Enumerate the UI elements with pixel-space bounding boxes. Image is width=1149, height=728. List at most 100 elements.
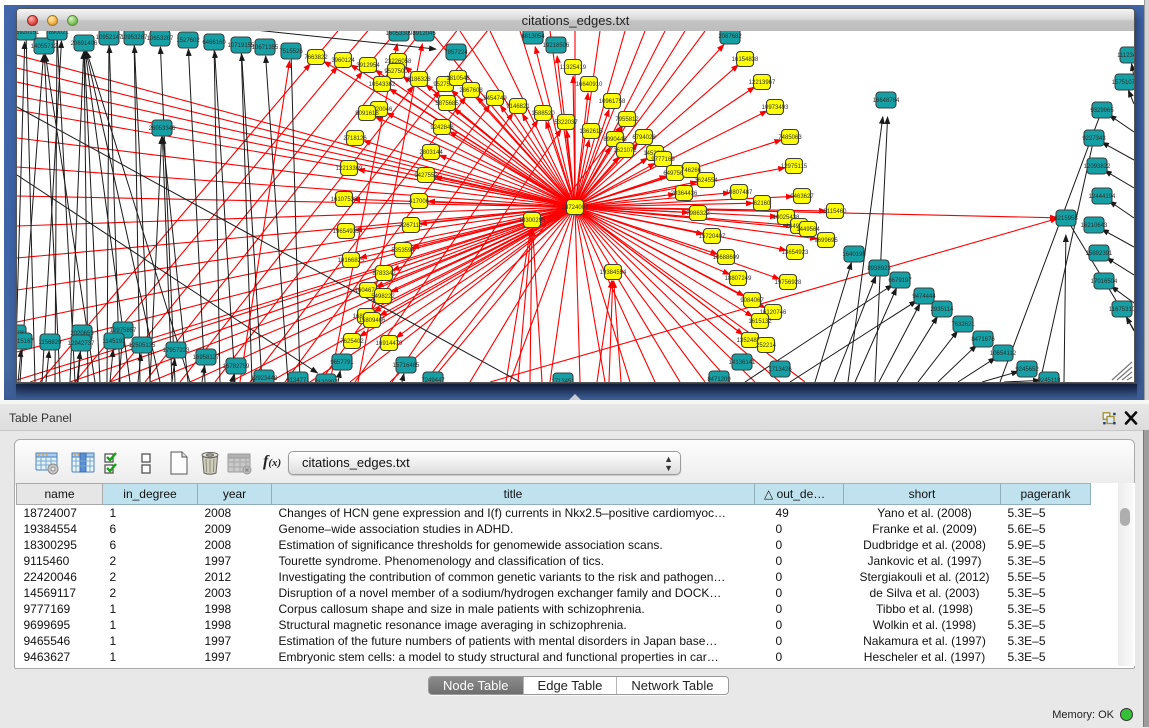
svg-text:18724007: 18724007: [562, 205, 589, 211]
svg-text:5353594: 5353594: [391, 248, 415, 254]
svg-text:8938923: 8938923: [867, 266, 891, 272]
svg-text:11325419: 11325419: [560, 65, 587, 71]
svg-text:16210643: 16210643: [1081, 223, 1108, 229]
svg-text:19166825: 19166825: [338, 258, 365, 264]
svg-text:12213369: 12213369: [336, 166, 363, 172]
svg-text:12975115: 12975115: [781, 164, 808, 170]
svg-text:1810546: 1810546: [446, 76, 470, 82]
svg-text:5322037: 5322037: [554, 120, 578, 126]
svg-text:19756928: 19756928: [775, 280, 802, 286]
svg-text:9242848: 9242848: [430, 125, 454, 131]
svg-text:8912045: 8912045: [412, 31, 436, 37]
svg-text:9474444: 9474444: [912, 294, 936, 300]
svg-text:2803144: 2803144: [419, 150, 443, 156]
svg-text:10671355: 10671355: [252, 45, 279, 51]
svg-text:7986322: 7986322: [686, 211, 710, 217]
svg-text:7857224: 7857224: [444, 50, 468, 56]
svg-text:9777169: 9777169: [651, 157, 675, 163]
svg-text:15720407: 15720407: [699, 234, 726, 240]
svg-text:1588520: 1588520: [531, 111, 555, 117]
svg-text:1362615: 1362615: [579, 129, 603, 135]
svg-text:8471676: 8471676: [971, 337, 995, 343]
svg-text:12923448: 12923448: [251, 376, 278, 382]
svg-text:10807487: 10807487: [726, 190, 753, 196]
svg-text:3912954: 3912954: [356, 63, 380, 69]
svg-text:8471209: 8471209: [707, 377, 731, 382]
svg-text:252214: 252214: [756, 343, 777, 349]
svg-text:8454749: 8454749: [483, 96, 507, 102]
svg-text:6466160: 6466160: [202, 40, 226, 46]
svg-text:10653267: 10653267: [147, 36, 174, 42]
svg-text:18300295: 18300295: [519, 218, 546, 224]
svg-text:10973493: 10973493: [762, 105, 789, 111]
svg-text:9463627: 9463627: [790, 194, 814, 200]
svg-text:3915167: 3915167: [17, 339, 34, 345]
svg-text:14136141: 14136141: [729, 360, 756, 366]
svg-text:1449564: 1449564: [796, 227, 820, 233]
svg-text:10961758: 10961758: [599, 99, 626, 105]
svg-text:8120397: 8120397: [314, 380, 338, 382]
svg-text:16107533: 16107533: [331, 197, 358, 203]
svg-text:3624554: 3624554: [694, 178, 718, 184]
svg-text:9329965: 9329965: [1090, 108, 1114, 114]
svg-text:1713451: 1713451: [551, 379, 575, 382]
svg-text:7955812: 7955812: [615, 117, 639, 123]
svg-text:12505135: 12505135: [129, 343, 156, 349]
svg-text:7632621: 7632621: [951, 322, 975, 328]
svg-text:10952147: 10952147: [96, 35, 123, 41]
svg-text:16914479: 16914479: [376, 341, 403, 347]
svg-text:10654112: 10654112: [990, 351, 1017, 357]
svg-text:26053346: 26053346: [149, 126, 176, 132]
svg-text:1145193: 1145193: [103, 339, 127, 345]
svg-text:7890021: 7890021: [45, 31, 69, 36]
svg-text:8813054: 8813054: [521, 34, 545, 40]
svg-text:6794028: 6794028: [632, 135, 656, 141]
svg-text:7625402: 7625402: [340, 339, 364, 345]
svg-text:8186328: 8186328: [407, 77, 431, 83]
svg-text:1156829: 1156829: [39, 340, 63, 346]
svg-text:16154838: 16154838: [732, 57, 759, 63]
svg-text:19384554: 19384554: [600, 270, 627, 276]
svg-text:13654923: 13654923: [782, 250, 809, 256]
svg-text:20691406: 20691406: [71, 41, 98, 47]
svg-text:11675310: 11675310: [1109, 307, 1134, 313]
svg-text:9227343: 9227343: [1082, 136, 1106, 142]
svg-text:10543362: 10543362: [369, 82, 396, 88]
svg-text:9115460: 9115460: [824, 209, 848, 215]
svg-text:1621072: 1621072: [613, 148, 637, 154]
svg-text:11123456: 11123456: [1117, 53, 1134, 59]
svg-text:5498222: 5498222: [371, 294, 395, 300]
svg-text:9699695: 9699695: [814, 238, 838, 244]
svg-text:9245118: 9245118: [1038, 378, 1062, 382]
svg-text:16053309: 16053309: [386, 31, 413, 37]
svg-text:16958127: 16958127: [193, 355, 220, 361]
svg-text:1615132: 1615132: [748, 319, 772, 325]
svg-text:9084067: 9084067: [740, 298, 764, 304]
svg-text:9657791: 9657791: [330, 360, 354, 366]
svg-text:17016504: 17016504: [1091, 279, 1118, 285]
svg-text:10953287: 10953287: [121, 35, 148, 41]
svg-text:417006: 417006: [409, 199, 430, 205]
svg-text:1713426: 1713426: [768, 367, 792, 373]
svg-text:2718126: 2718126: [343, 136, 367, 142]
svg-text:15809466: 15809466: [359, 318, 386, 324]
svg-text:7515526: 7515526: [279, 49, 303, 55]
svg-text:12093822: 12093822: [1084, 164, 1111, 170]
svg-text:12444194: 12444194: [1089, 194, 1116, 200]
svg-text:20364436: 20364436: [671, 191, 698, 197]
svg-text:17957223: 17957223: [163, 348, 190, 354]
svg-text:12942737: 12942737: [68, 341, 95, 347]
svg-text:9134771: 9134771: [286, 378, 310, 382]
svg-text:16782759: 16782759: [223, 364, 250, 370]
svg-text:7485063: 7485063: [778, 135, 802, 141]
svg-text:6679197: 6679197: [888, 278, 912, 284]
svg-text:3960124: 3960124: [331, 58, 355, 64]
svg-text:15892391: 15892391: [1086, 251, 1113, 257]
svg-text:5875685: 5875685: [435, 101, 459, 107]
svg-text:1527602: 1527602: [176, 38, 200, 44]
svg-text:19218506: 19218506: [543, 43, 570, 49]
svg-text:9427552: 9427552: [414, 173, 438, 179]
svg-text:7663822: 7663822: [304, 55, 328, 61]
svg-text:2935114: 2935114: [931, 307, 955, 313]
svg-text:14055712: 14055712: [31, 44, 58, 50]
